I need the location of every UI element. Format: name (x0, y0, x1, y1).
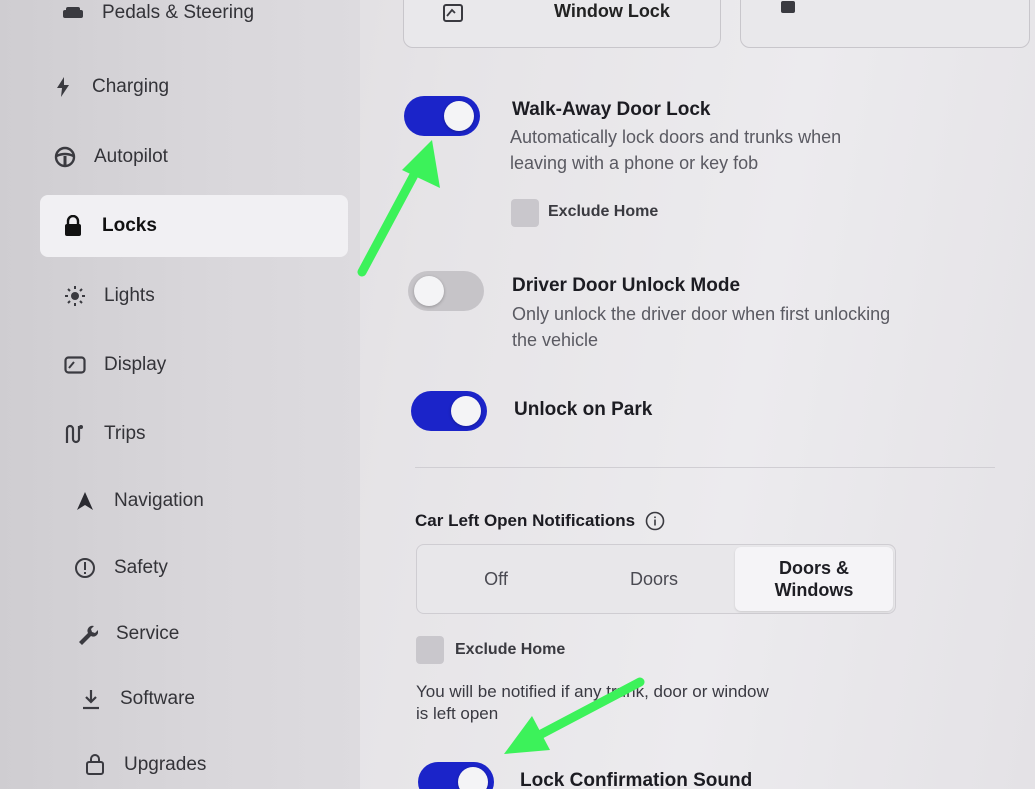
sidebar-item-label: Locks (102, 215, 157, 236)
segment-doors-windows[interactable]: Doors & Windows (735, 547, 893, 611)
sidebar-item-display[interactable]: Display (64, 354, 166, 376)
download-icon (80, 688, 102, 710)
annotation-arrow-icon (357, 140, 440, 277)
bolt-icon (52, 76, 74, 98)
car-icon (62, 2, 84, 24)
window-lock-icon (442, 3, 464, 28)
sidebar-item-charging[interactable]: Charging (52, 76, 169, 98)
sidebar-item-label: Software (120, 688, 195, 709)
unlock-on-park-toggle[interactable] (411, 391, 487, 431)
alert-circle-icon (74, 557, 96, 579)
divider (415, 467, 995, 468)
unlock-on-park-title: Unlock on Park (514, 399, 653, 420)
car-left-open-exclude-home-label: Exclude Home (455, 641, 566, 658)
info-icon[interactable] (645, 511, 665, 531)
sidebar-item-software[interactable]: Software (80, 688, 195, 710)
walk-away-exclude-home-checkbox[interactable] (511, 199, 539, 227)
window-lock-card[interactable]: Window Lock (403, 0, 721, 48)
car-left-open-exclude-home-checkbox[interactable] (416, 636, 444, 664)
sidebar-item-label: Pedals & Steering (102, 2, 255, 23)
lock-confirmation-sound-title: Lock Confirmation Sound (520, 770, 753, 789)
lock-icon (62, 215, 84, 237)
sidebar-item-label: Autopilot (94, 146, 168, 167)
segment-off[interactable]: Off (417, 545, 575, 613)
car-left-open-segmented-control[interactable]: Off Doors Doors & Windows (416, 544, 896, 614)
sidebar-item-autopilot[interactable]: Autopilot (54, 146, 168, 168)
sidebar-item-label: Service (116, 623, 180, 644)
walk-away-exclude-home-label: Exclude Home (548, 203, 659, 220)
driver-door-unlock-mode-title: Driver Door Unlock Mode (512, 275, 741, 296)
steering-wheel-icon (54, 146, 76, 168)
car-left-open-title: Car Left Open Notifications (415, 511, 665, 531)
sidebar-item-safety[interactable]: Safety (74, 557, 168, 579)
annotation-arrow-icon (504, 677, 645, 754)
sidebar-item-upgrades[interactable]: Upgrades (84, 754, 206, 776)
trips-icon (64, 423, 86, 445)
bag-icon (84, 754, 106, 776)
driver-door-unlock-mode-desc: Only unlock the driver door when first u… (512, 304, 891, 350)
sidebar-item-label: Upgrades (124, 754, 207, 775)
sidebar-item-label: Charging (92, 76, 170, 97)
walk-away-door-lock-desc: Automatically lock doors and trunks when… (510, 127, 842, 173)
segment-doors[interactable]: Doors (575, 545, 733, 613)
sidebar-item-label: Lights (104, 285, 155, 306)
sidebar-item-label: Safety (114, 557, 168, 578)
sidebar-item-label: Display (104, 354, 167, 375)
sidebar-item-label: Trips (104, 423, 146, 444)
sidebar-item-service[interactable]: Service (76, 623, 179, 645)
walk-away-door-lock-title: Walk-Away Door Lock (512, 99, 711, 120)
sidebar-item-pedals-steering[interactable]: Pedals & Steering (62, 2, 254, 24)
sidebar-item-locks[interactable]: Locks (40, 195, 348, 257)
sidebar-item-lights[interactable]: Lights (64, 285, 155, 307)
sidebar: Pedals & Steering Charging Autopilot Loc… (0, 0, 360, 789)
display-icon (64, 354, 86, 376)
top-card-right[interactable] (740, 0, 1030, 48)
navigation-icon (74, 490, 96, 512)
sidebar-item-label: Navigation (114, 490, 204, 511)
window-lock-label: Window Lock (554, 1, 670, 21)
card-icon (781, 1, 795, 13)
sun-icon (64, 285, 86, 307)
sidebar-item-trips[interactable]: Trips (64, 423, 146, 445)
lock-confirmation-sound-toggle[interactable] (418, 762, 494, 789)
wrench-icon (76, 623, 98, 645)
sidebar-item-navigation[interactable]: Navigation (74, 490, 204, 512)
